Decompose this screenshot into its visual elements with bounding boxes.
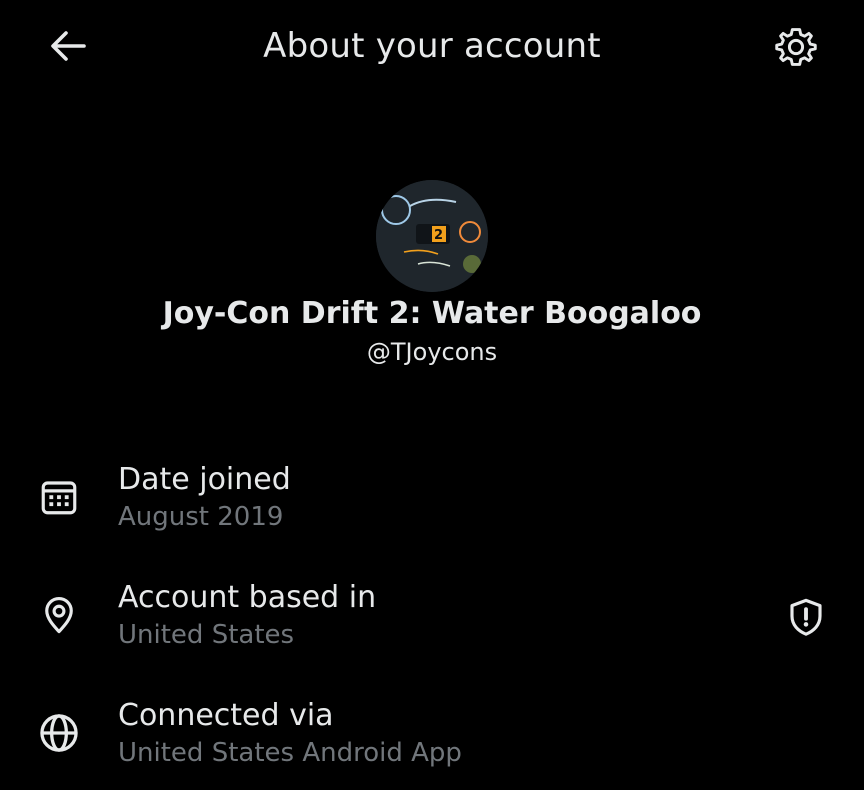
avatar[interactable]: 2	[376, 180, 488, 292]
connected-via-label: Connected via	[118, 698, 334, 733]
display-name: Joy-Con Drift 2: Water Boogaloo	[162, 296, 702, 331]
shield-alert-button[interactable]	[778, 590, 834, 644]
account-based-in-row: Account based in United States	[0, 574, 864, 670]
date-joined-row: Date joined August 2019	[0, 456, 864, 552]
account-based-in-value: United States	[118, 620, 295, 650]
top-app-bar: About your account	[0, 0, 864, 96]
connected-via-row: Connected via United States Android App	[0, 692, 864, 788]
calendar-icon	[34, 472, 84, 522]
about-account-screen: About your account 2 Joy-Con Drift 2: Wa…	[0, 0, 864, 790]
gear-icon	[775, 28, 817, 66]
date-joined-value: August 2019	[118, 502, 284, 532]
shield-alert-icon	[790, 598, 822, 636]
page-title: About your account	[263, 26, 601, 66]
avatar-image: 2	[376, 180, 488, 292]
date-joined-label: Date joined	[118, 462, 291, 497]
handle: @TJoycons	[366, 338, 498, 366]
connected-via-value: United States Android App	[118, 738, 462, 768]
globe-icon	[34, 708, 84, 758]
account-based-in-label: Account based in	[118, 580, 377, 615]
settings-button[interactable]	[770, 22, 822, 72]
location-pin-icon	[34, 590, 84, 640]
svg-text:2: 2	[434, 228, 443, 243]
